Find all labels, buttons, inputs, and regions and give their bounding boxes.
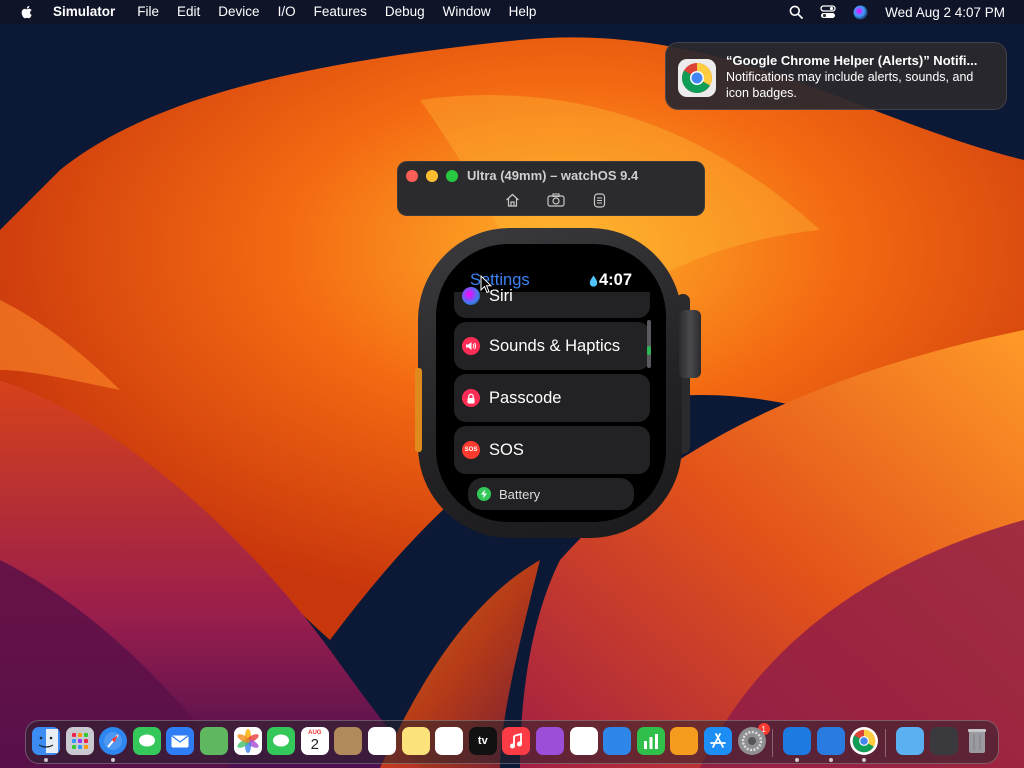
menu-bar: Simulator File Edit Device I/O Features … — [0, 0, 1024, 24]
settings-row-label: Passcode — [489, 388, 562, 407]
settings-row-sounds-haptics[interactable]: Sounds & Haptics — [454, 322, 650, 370]
news-icon[interactable] — [569, 727, 598, 755]
window-minimize-button[interactable] — [426, 170, 438, 182]
freeform-icon[interactable] — [435, 727, 464, 755]
calendar-day: 2 — [310, 736, 319, 753]
pages-icon[interactable] — [670, 727, 699, 755]
dock-separator — [885, 729, 886, 757]
notes-icon[interactable] — [401, 727, 430, 755]
menu-help[interactable]: Help — [509, 0, 537, 24]
mail-icon[interactable] — [166, 727, 195, 755]
settings-row-label: SOS — [489, 440, 524, 459]
running-indicator — [795, 758, 800, 762]
simulator-window-toolbar: Ultra (49mm) – watchOS 9.4 — [397, 161, 705, 216]
messages-icon[interactable] — [132, 727, 161, 755]
reminders-icon[interactable] — [368, 727, 396, 755]
rotate-icon[interactable] — [590, 192, 608, 208]
screenshot-icon[interactable] — [547, 192, 565, 208]
menu-features[interactable]: Features — [314, 0, 367, 24]
chrome-icon — [678, 59, 716, 97]
watch-screen[interactable]: Settings 4:07 Siri Sounds & Haptics Pass… — [436, 244, 666, 522]
settings-row-label: Battery — [499, 486, 541, 502]
app-store-icon[interactable] — [704, 727, 732, 755]
control-center-icon[interactable] — [820, 5, 836, 19]
trash-icon[interactable] — [963, 727, 991, 755]
calendar-icon[interactable]: AUG 2 — [300, 727, 329, 755]
window-close-button[interactable] — [406, 170, 418, 182]
menu-edit[interactable]: Edit — [177, 0, 200, 24]
menubar-clock[interactable]: Wed Aug 2 4:07 PM — [885, 5, 1005, 20]
speaker-icon — [462, 337, 480, 355]
apple-tv-label: tv — [477, 735, 488, 747]
menu-debug[interactable]: Debug — [385, 0, 425, 24]
settings-row-passcode[interactable]: Passcode — [454, 374, 650, 422]
dock: AUG 2 tv 1 — [25, 720, 999, 764]
chrome-notification-banner[interactable]: “Google Chrome Helper (Alerts)” Notifi..… — [665, 42, 1007, 110]
battery-bolt-icon — [477, 487, 491, 501]
water-lock-drop-icon — [589, 275, 598, 287]
home-icon[interactable] — [503, 192, 521, 208]
settings-row-label: Sounds & Haptics — [489, 336, 621, 355]
simulator-window-title: Ultra (49mm) – watchOS 9.4 — [467, 168, 639, 183]
notification-title: “Google Chrome Helper (Alerts)” Notifi..… — [726, 53, 978, 68]
apple-tv-icon[interactable]: tv — [468, 727, 497, 755]
menu-file[interactable]: File — [137, 0, 159, 24]
podcasts-icon[interactable] — [536, 727, 564, 755]
dock-separator — [772, 729, 774, 757]
simulator-icon[interactable] — [816, 727, 845, 755]
menu-app-simulator[interactable]: Simulator — [53, 0, 115, 24]
settings-row-siri[interactable]: Siri — [454, 287, 650, 318]
downloads-folder-icon[interactable] — [896, 727, 924, 755]
menu-window[interactable]: Window — [443, 0, 491, 24]
settings-row-battery[interactable]: Battery — [468, 478, 634, 510]
settings-row-sos[interactable]: SOS SOS — [454, 426, 650, 474]
watch-scroll-indicator — [647, 320, 651, 368]
siri-icon — [462, 287, 480, 305]
watch-action-button[interactable] — [415, 368, 422, 452]
launchpad-icon[interactable] — [65, 727, 94, 755]
chrome-icon[interactable] — [850, 727, 879, 755]
running-indicator — [111, 758, 116, 762]
settings-row-label: Siri — [489, 286, 513, 305]
contacts-icon[interactable] — [334, 727, 363, 755]
running-indicator — [828, 758, 833, 762]
safari-icon[interactable] — [99, 727, 128, 755]
sos-icon: SOS — [462, 441, 480, 459]
finder-icon[interactable] — [32, 727, 60, 755]
window-zoom-button[interactable] — [446, 170, 458, 182]
menu-io[interactable]: I/O — [278, 0, 296, 24]
keynote-icon[interactable] — [603, 727, 632, 755]
facetime-icon[interactable] — [267, 727, 296, 755]
photos-icon[interactable] — [233, 727, 262, 755]
maps-icon[interactable] — [200, 727, 228, 755]
apple-menu-icon[interactable] — [19, 4, 35, 20]
system-settings-icon[interactable] — [737, 727, 766, 755]
screenshot-stack-icon[interactable] — [929, 727, 958, 755]
menu-device[interactable]: Device — [218, 0, 259, 24]
running-indicator — [44, 758, 48, 762]
lock-icon — [462, 389, 480, 407]
watch-scroll-position — [647, 346, 651, 355]
music-icon[interactable] — [502, 727, 531, 755]
spotlight-search-icon[interactable] — [789, 5, 804, 19]
watch-time: 4:07 — [589, 271, 632, 290]
siri-icon[interactable] — [853, 5, 868, 20]
notification-body: Notifications may include alerts, sounds… — [726, 70, 974, 100]
digital-crown[interactable] — [679, 310, 701, 378]
running-indicator — [862, 758, 867, 762]
watch-time-label: 4:07 — [598, 271, 632, 289]
xcode-icon[interactable] — [783, 727, 812, 755]
mouse-pointer-icon — [480, 275, 492, 294]
numbers-icon[interactable] — [636, 727, 665, 755]
